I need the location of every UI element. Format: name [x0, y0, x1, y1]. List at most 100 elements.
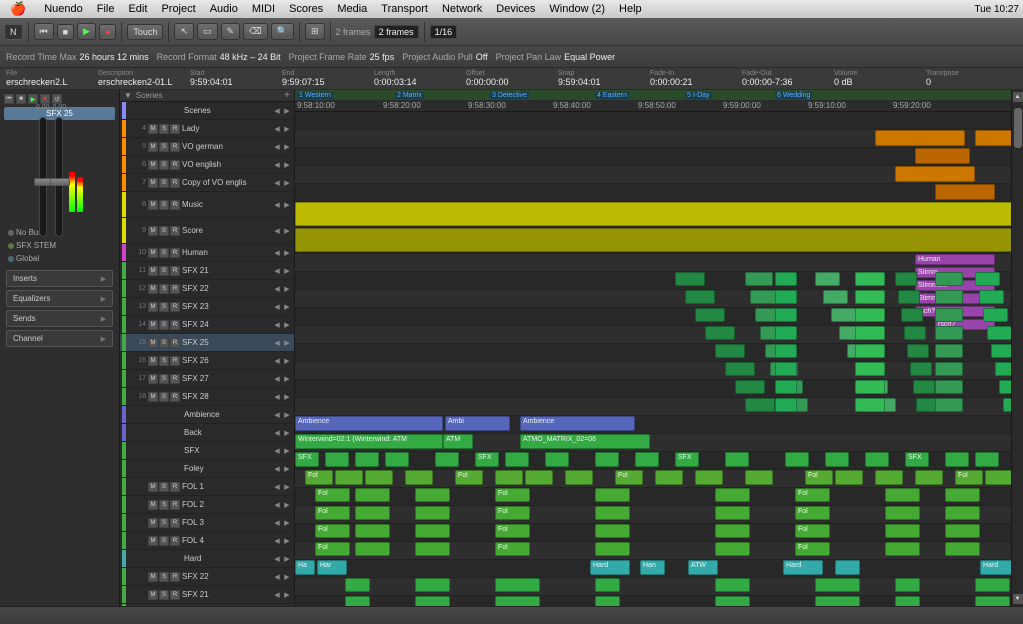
- track-s-btn-4[interactable]: S: [159, 178, 169, 188]
- menu-edit[interactable]: Edit: [122, 3, 153, 15]
- clip-[interactable]: [995, 362, 1011, 376]
- clip-[interactable]: [975, 130, 1011, 146]
- clip-[interactable]: [898, 290, 920, 304]
- mini-rewind-btn[interactable]: ⏮: [4, 94, 14, 104]
- track-m-btn-23[interactable]: M: [148, 536, 158, 546]
- snap-btn[interactable]: ⊞: [305, 23, 325, 40]
- track-io-out-15[interactable]: ▶: [282, 393, 292, 401]
- clip-ambi[interactable]: Ambi: [445, 416, 510, 431]
- track-io-out-22[interactable]: ▶: [282, 519, 292, 527]
- track-io-out-9[interactable]: ▶: [282, 285, 292, 293]
- menu-media[interactable]: Media: [331, 3, 373, 15]
- track-io-in-0[interactable]: ◀: [272, 107, 282, 115]
- clip-[interactable]: [975, 578, 1010, 592]
- track-row-music[interactable]: 8MSRMusic◀▶: [120, 192, 294, 218]
- track-r-btn-22[interactable]: R: [170, 518, 180, 528]
- clip-[interactable]: [935, 344, 963, 358]
- track-r-btn-25[interactable]: R: [170, 572, 180, 582]
- track-row-sfx-22[interactable]: 12MSRSFX 22◀▶: [120, 280, 294, 298]
- track-io-in-18[interactable]: ◀: [272, 447, 282, 455]
- clip-[interactable]: [405, 470, 433, 485]
- track-m-btn-14[interactable]: M: [148, 374, 158, 384]
- clip-human[interactable]: Human: [915, 254, 995, 265]
- sfx-stem-item[interactable]: SFX STEM: [4, 239, 115, 252]
- track-m-btn-15[interactable]: M: [148, 392, 158, 402]
- track-r-btn-9[interactable]: R: [170, 284, 180, 294]
- clip-[interactable]: [875, 470, 903, 485]
- clip-[interactable]: [831, 308, 856, 322]
- track-io-in-24[interactable]: ◀: [272, 555, 282, 563]
- clip-[interactable]: [715, 488, 750, 502]
- clip-[interactable]: [855, 344, 885, 358]
- track-io-in-20[interactable]: ◀: [272, 483, 282, 491]
- track-row-sfx-26[interactable]: 16MSRSFX 26◀▶: [120, 352, 294, 370]
- track-io-in-9[interactable]: ◀: [272, 285, 282, 293]
- track-s-btn-11[interactable]: S: [159, 320, 169, 330]
- clip-[interactable]: [525, 470, 553, 485]
- track-io-out-23[interactable]: ▶: [282, 537, 292, 545]
- clip-hard[interactable]: Hard: [590, 560, 630, 575]
- clip-atmomatrix0206[interactable]: ATMO_MATRIX_02=06: [520, 434, 650, 449]
- clip-fol[interactable]: Fol: [315, 506, 350, 520]
- clip-[interactable]: [885, 488, 920, 502]
- track-row-copy-of-vo-englis[interactable]: 7MSRCopy of VO englis◀▶: [120, 174, 294, 192]
- track-r-btn-8[interactable]: R: [170, 266, 180, 276]
- track-list-toggle[interactable]: ▼: [124, 91, 132, 100]
- clip-fol[interactable]: Fol: [795, 542, 830, 556]
- clip-[interactable]: [991, 344, 1011, 358]
- track-r-btn-12[interactable]: R: [170, 338, 180, 348]
- clip-[interactable]: [910, 362, 932, 376]
- track-row-sfx-24[interactable]: 14MSRSFX 24◀▶: [120, 316, 294, 334]
- clip-[interactable]: [855, 308, 885, 322]
- clip-[interactable]: [545, 452, 569, 467]
- track-io-out-0[interactable]: ▶: [282, 107, 292, 115]
- track-io-in-8[interactable]: ◀: [272, 267, 282, 275]
- track-io-out-13[interactable]: ▶: [282, 357, 292, 365]
- record-btn[interactable]: ●: [99, 24, 116, 40]
- track-io-out-3[interactable]: ▶: [282, 161, 292, 169]
- nuendo-logo-btn[interactable]: N: [4, 24, 23, 40]
- erase-tool[interactable]: ⌫: [243, 23, 268, 40]
- track-io-out-24[interactable]: ▶: [282, 555, 292, 563]
- menu-network[interactable]: Network: [436, 3, 488, 15]
- clip-[interactable]: [945, 488, 980, 502]
- track-io-out-11[interactable]: ▶: [282, 321, 292, 329]
- clip-[interactable]: [345, 578, 370, 592]
- track-m-btn-8[interactable]: M: [148, 266, 158, 276]
- track-m-btn-10[interactable]: M: [148, 302, 158, 312]
- clip-[interactable]: [855, 398, 885, 412]
- clip-[interactable]: [725, 452, 749, 467]
- track-r-btn-20[interactable]: R: [170, 482, 180, 492]
- clip-[interactable]: [415, 578, 450, 592]
- track-io-out-1[interactable]: ▶: [282, 125, 292, 133]
- clip-[interactable]: [895, 272, 917, 286]
- menu-help[interactable]: Help: [613, 3, 648, 15]
- clip-[interactable]: [415, 506, 450, 520]
- menu-midi[interactable]: MIDI: [246, 3, 281, 15]
- track-s-btn-15[interactable]: S: [159, 392, 169, 402]
- clip-[interactable]: [295, 202, 1011, 226]
- track-io-out-20[interactable]: ▶: [282, 483, 292, 491]
- clip-[interactable]: [985, 470, 1011, 485]
- clip-[interactable]: [695, 308, 725, 322]
- clip-[interactable]: [785, 452, 809, 467]
- track-row-sfx-21[interactable]: MSRSFX 21◀▶: [120, 586, 294, 604]
- track-s-btn-10[interactable]: S: [159, 302, 169, 312]
- track-io-in-13[interactable]: ◀: [272, 357, 282, 365]
- track-s-btn-9[interactable]: S: [159, 284, 169, 294]
- clip-ambience[interactable]: Ambience: [295, 416, 443, 431]
- clip-[interactable]: [885, 506, 920, 520]
- track-row-sfx-22[interactable]: MSRSFX 22◀▶: [120, 568, 294, 586]
- clip-[interactable]: [675, 272, 705, 286]
- track-m-btn-21[interactable]: M: [148, 500, 158, 510]
- clip-fol[interactable]: Fol: [795, 506, 830, 520]
- track-io-out-2[interactable]: ▶: [282, 143, 292, 151]
- clip-[interactable]: [775, 362, 797, 376]
- menu-devices[interactable]: Devices: [490, 3, 541, 15]
- track-io-in-4[interactable]: ◀: [272, 179, 282, 187]
- track-io-out-16[interactable]: ▶: [282, 411, 292, 419]
- track-r-btn-10[interactable]: R: [170, 302, 180, 312]
- clip-[interactable]: [975, 596, 1010, 606]
- add-track-btn[interactable]: +: [284, 90, 290, 101]
- clip-[interactable]: [695, 470, 723, 485]
